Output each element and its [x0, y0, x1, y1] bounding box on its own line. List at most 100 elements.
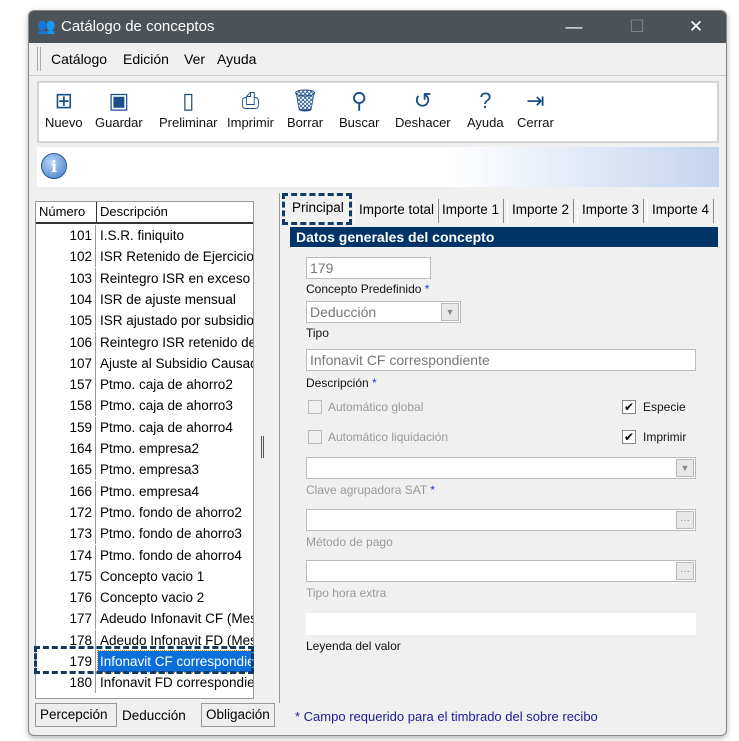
preview-icon: ▯ [182, 88, 195, 113]
close-button[interactable]: ✕ [676, 15, 716, 39]
automatico-global-label: Automático global [328, 400, 424, 414]
toolbar-guardar-button[interactable]: ▣ Guardar [95, 87, 143, 130]
toolbar-deshacer-button[interactable]: ↺ Deshacer [395, 87, 451, 130]
list-item[interactable]: 105 ISR ajustado por subsidio [36, 310, 253, 332]
toolbar-preliminar-button[interactable]: ▯ Preliminar [159, 87, 218, 130]
tipo-select[interactable]: Deducción ▼ [306, 301, 461, 323]
tab-percepcion[interactable]: Percepción [35, 703, 117, 727]
detail-panel: Principal Importe total Importe 1 Import… [279, 193, 722, 703]
tab-principal[interactable]: Principal [288, 197, 348, 221]
toolbar-label: Ayuda [467, 115, 504, 130]
list-item[interactable]: 157 Ptmo. caja de ahorro2 [36, 374, 253, 396]
automatico-global-checkbox[interactable] [308, 400, 322, 414]
menu-ver[interactable]: Ver [184, 51, 205, 67]
list-item[interactable]: 176 Concepto vacio 2 [36, 587, 253, 609]
tipo-hora-extra-label: Tipo hora extra [306, 586, 387, 600]
list-item[interactable]: 158 Ptmo. caja de ahorro3 [36, 395, 253, 417]
list-item[interactable]: 172 Ptmo. fondo de ahorro2 [36, 501, 253, 523]
row-number: 106 [36, 331, 96, 353]
row-description: Reintegro ISR retenido de [100, 334, 254, 350]
toolbar-nuevo-button[interactable]: ⊞ Nuevo [45, 87, 83, 130]
maximize-button[interactable]: ☐ [617, 15, 657, 39]
row-description: Concepto vacio 1 [100, 568, 205, 584]
list-item[interactable]: 180 Infonavit FD correspondie [36, 672, 253, 694]
toolbar-ayuda-button[interactable]: ? Ayuda [467, 87, 504, 130]
leyenda-input[interactable] [306, 613, 696, 635]
list-item[interactable]: 165 Ptmo. empresa3 [36, 459, 253, 481]
list-item[interactable]: 107 Ajuste al Subsidio Causad [36, 352, 253, 374]
window: 👥 Catálogo de conceptos — ☐ ✕ Catálogo E… [28, 10, 727, 736]
list-item[interactable]: 164 Ptmo. empresa2 [36, 438, 253, 459]
list-item[interactable]: 101 I.S.R. finiquito [36, 225, 253, 246]
row-description: Reintegro ISR en exceso [100, 270, 251, 286]
automatico-liquidacion-checkbox[interactable] [308, 430, 322, 444]
tab-importe-1[interactable]: Importe 1 [437, 199, 505, 223]
tab-importe-3[interactable]: Importe 3 [577, 199, 645, 223]
row-number: 176 [36, 587, 96, 609]
list-item[interactable]: 159 Ptmo. caja de ahorro4 [36, 416, 253, 438]
tab-importe-total[interactable]: Importe total [354, 199, 440, 223]
list-item[interactable]: 175 Concepto vacio 1 [36, 565, 253, 587]
list-item[interactable]: 174 Ptmo. fondo de ahorro4 [36, 544, 253, 566]
undo-icon: ↺ [413, 88, 433, 113]
toolbar: ⊞ Nuevo ▣ Guardar ▯ Preliminar ⎙ Imprimir 🗑 Borra… [37, 81, 719, 143]
tipo-hora-extra-input[interactable]: ··· [306, 560, 696, 582]
chevron-down-icon[interactable]: ▼ [676, 459, 694, 477]
list-item[interactable]: 102 ISR Retenido de Ejercicio [36, 246, 254, 268]
toolbar-label: Borrar [287, 115, 324, 130]
metodo-pago-input[interactable]: ··· [306, 509, 696, 531]
row-description: Ptmo. fondo de ahorro3 [100, 526, 242, 542]
clave-sat-label: Clave agrupadora SAT * [306, 483, 435, 497]
list-item[interactable]: 104 ISR de ajuste mensual [36, 288, 253, 310]
list-item[interactable]: 177 Adeudo Infonavit CF (Mes [36, 608, 253, 630]
toolbar-buscar-button[interactable]: ⚲ Buscar [339, 87, 379, 130]
list-item[interactable]: 106 Reintegro ISR retenido de [36, 331, 254, 353]
menu-grip [37, 47, 41, 71]
exit-icon: ⇥ [526, 88, 545, 113]
menu-ayuda[interactable]: Ayuda [217, 51, 256, 67]
menu-catalogo[interactable]: Catálogo [51, 51, 107, 67]
menu-edicion[interactable]: Edición [123, 51, 169, 67]
especie-label: Especie [643, 400, 686, 414]
row-number: 173 [36, 523, 96, 545]
row-number: 157 [36, 374, 96, 396]
list-item[interactable]: 173 Ptmo. fondo de ahorro3 [36, 523, 253, 545]
chevron-down-icon[interactable]: ▼ [441, 303, 459, 321]
list-item[interactable]: 166 Ptmo. empresa4 [36, 480, 253, 502]
clave-sat-select[interactable]: ▼ [306, 457, 696, 479]
row-description: Ptmo. fondo de ahorro2 [100, 504, 242, 520]
row-description: Concepto vacio 2 [100, 590, 205, 606]
row-description: ISR Retenido de Ejercicio [100, 249, 254, 265]
toolbar-label: Imprimir [227, 115, 274, 130]
tab-importe-4[interactable]: Importe 4 [647, 199, 715, 223]
save-icon: ▣ [108, 88, 130, 113]
imprimir-checkbox[interactable]: ✔ [622, 430, 636, 444]
tab-obligacion[interactable]: Obligación [201, 703, 275, 727]
toolbar-borrar-button[interactable]: 🗑 Borrar [287, 87, 323, 130]
menu-bar: Catálogo Edición Ver Ayuda [29, 43, 726, 76]
toolbar-imprimir-button[interactable]: ⎙ Imprimir [227, 87, 274, 130]
ellipsis-button[interactable]: ··· [676, 511, 694, 529]
column-header-descripcion[interactable]: Descripción [97, 202, 253, 224]
concepto-input[interactable]: 179 [306, 257, 431, 279]
tab-deduccion[interactable]: Deducción [117, 705, 199, 729]
tab-importe-2[interactable]: Importe 2 [507, 199, 575, 223]
ellipsis-button[interactable]: ··· [676, 562, 694, 580]
minimize-button[interactable]: — [554, 15, 594, 39]
splitter-handle[interactable] [261, 436, 264, 458]
list-item[interactable]: 103 Reintegro ISR en exceso [36, 267, 253, 289]
row-number: 172 [36, 501, 96, 523]
help-icon: ? [479, 88, 492, 113]
column-header-numero[interactable]: Número [36, 202, 97, 224]
concept-list[interactable]: Número Descripción 101 I.S.R. finiquito 10… [35, 201, 254, 699]
row-number: 104 [36, 288, 96, 310]
leyenda-label: Leyenda del valor [306, 639, 401, 653]
row-description: Ptmo. empresa2 [100, 441, 200, 456]
toolbar-cerrar-button[interactable]: ⇥ Cerrar [517, 87, 554, 130]
title-bar: 👥 Catálogo de conceptos — ☐ ✕ [29, 11, 726, 43]
row-description: I.S.R. finiquito [100, 228, 185, 243]
descripcion-label: Descripción * [306, 376, 377, 390]
row-description: Ptmo. caja de ahorro2 [100, 377, 233, 393]
descripcion-input[interactable]: Infonavit CF correspondiente [306, 349, 696, 371]
especie-checkbox[interactable]: ✔ [622, 400, 636, 414]
